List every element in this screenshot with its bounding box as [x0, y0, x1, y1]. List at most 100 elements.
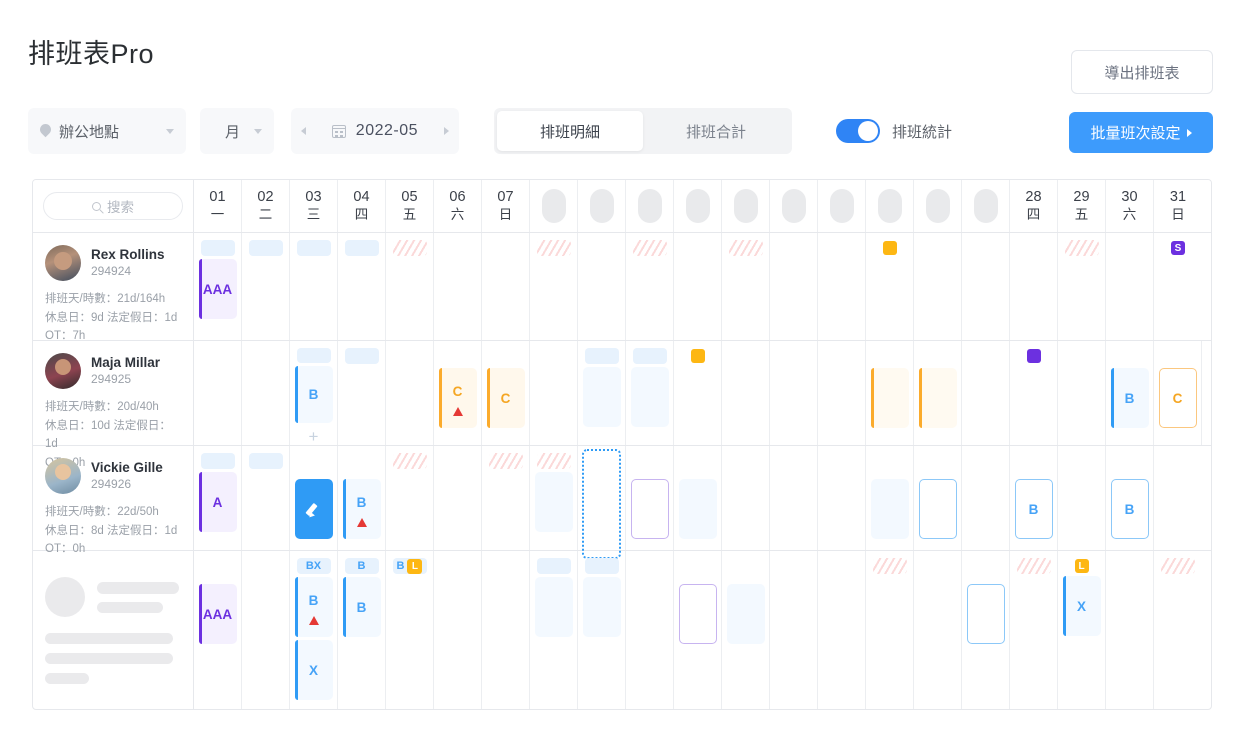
schedule-cell[interactable]: B: [338, 446, 386, 550]
schedule-cell[interactable]: [530, 341, 578, 445]
schedule-cell[interactable]: [962, 341, 1010, 445]
shift-card[interactable]: C: [486, 368, 525, 428]
schedule-cell[interactable]: [578, 233, 626, 340]
shift-badge-l[interactable]: L: [1074, 559, 1089, 573]
location-select[interactable]: 辦公地點: [28, 108, 186, 154]
export-schedule-button[interactable]: 導出排班表: [1071, 50, 1213, 94]
schedule-cell[interactable]: B B: [338, 551, 386, 709]
employee-info-cell[interactable]: Rex Rollins 294924 排班天/時數：21d/164h 休息日：9…: [33, 233, 194, 342]
schedule-cell[interactable]: [626, 233, 674, 340]
schedule-cell[interactable]: [242, 341, 290, 445]
shift-card[interactable]: [870, 479, 909, 539]
employee-info-cell[interactable]: Maja Millar 294925 排班天/時數：20d/40h 休息日：10…: [33, 341, 194, 469]
day-header-07[interactable]: 07 日: [482, 180, 530, 232]
shift-card[interactable]: B: [294, 577, 333, 637]
schedule-cell[interactable]: [242, 233, 290, 340]
schedule-cell[interactable]: [962, 233, 1010, 340]
schedule-cell[interactable]: [866, 551, 914, 709]
shift-card[interactable]: [966, 584, 1005, 644]
schedule-cell[interactable]: [290, 233, 338, 340]
schedule-cell[interactable]: [722, 341, 770, 445]
schedule-cell[interactable]: C: [1154, 341, 1202, 445]
schedule-cell[interactable]: [818, 551, 866, 709]
schedule-cell[interactable]: C: [482, 341, 530, 445]
schedule-cell[interactable]: [770, 446, 818, 550]
schedule-cell[interactable]: [338, 341, 386, 445]
schedule-cell[interactable]: [962, 446, 1010, 550]
shift-card[interactable]: [726, 584, 765, 644]
shift-card[interactable]: C: [1158, 368, 1197, 428]
schedule-cell[interactable]: [1058, 341, 1106, 445]
shift-card[interactable]: X: [294, 640, 333, 700]
schedule-cell[interactable]: [626, 341, 674, 445]
shift-card[interactable]: [870, 368, 909, 428]
day-header-01[interactable]: 01 一: [194, 180, 242, 232]
schedule-cell[interactable]: B: [1010, 446, 1058, 550]
employee-info-cell[interactable]: Vickie Gille 294926 排班天/時數：22d/50h 休息日：8…: [33, 446, 194, 555]
schedule-cell[interactable]: B: [1106, 341, 1154, 445]
schedule-cell[interactable]: [386, 233, 434, 340]
schedule-cell[interactable]: [578, 551, 626, 709]
shift-card[interactable]: B: [342, 577, 381, 637]
schedule-cell[interactable]: [770, 233, 818, 340]
shift-card[interactable]: [582, 577, 621, 637]
schedule-cell[interactable]: [914, 446, 962, 550]
schedule-cell[interactable]: B: [1106, 446, 1154, 550]
day-header-30[interactable]: 30 六: [1106, 180, 1154, 232]
shift-card[interactable]: [630, 479, 669, 539]
schedule-cell[interactable]: [1154, 446, 1202, 550]
schedule-cell[interactable]: [482, 233, 530, 340]
shift-card[interactable]: AAA: [198, 259, 237, 319]
shift-card[interactable]: [918, 479, 957, 539]
schedule-cell[interactable]: C: [434, 341, 482, 445]
cell-marker-chip[interactable]: B: [344, 558, 379, 574]
schedule-cell[interactable]: [914, 341, 962, 445]
schedule-cell[interactable]: [1106, 233, 1154, 340]
day-header-04[interactable]: 04 四: [338, 180, 386, 232]
schedule-cell[interactable]: [242, 551, 290, 709]
schedule-cell[interactable]: [818, 341, 866, 445]
schedule-cell[interactable]: [1202, 341, 1211, 445]
shift-chip-orange[interactable]: [690, 349, 705, 363]
day-header-31[interactable]: 31 日: [1154, 180, 1202, 232]
schedule-cell[interactable]: [722, 233, 770, 340]
shift-card[interactable]: B: [294, 366, 333, 423]
shift-card[interactable]: B: [1014, 479, 1053, 539]
schedule-cell[interactable]: [818, 233, 866, 340]
schedule-cell[interactable]: [530, 233, 578, 340]
schedule-cell[interactable]: AAA: [194, 551, 242, 709]
schedule-cell[interactable]: [434, 446, 482, 550]
schedule-cell[interactable]: [1010, 233, 1058, 340]
schedule-cell[interactable]: BX B X: [290, 551, 338, 709]
schedule-cell[interactable]: S: [1154, 233, 1202, 340]
date-picker[interactable]: 2022-05: [290, 108, 459, 154]
shift-card[interactable]: [918, 368, 957, 428]
schedule-cell[interactable]: [674, 446, 722, 550]
schedule-cell[interactable]: A: [194, 446, 242, 550]
search-input[interactable]: 搜索: [43, 192, 183, 220]
schedule-cell[interactable]: [626, 446, 674, 550]
schedule-cell[interactable]: [1154, 551, 1202, 709]
schedule-cell[interactable]: L X: [1058, 551, 1106, 709]
shift-card[interactable]: [534, 472, 573, 532]
schedule-cell[interactable]: [674, 341, 722, 445]
schedule-cell[interactable]: [1010, 341, 1058, 445]
shift-card[interactable]: B: [342, 479, 381, 539]
schedule-cell[interactable]: [722, 551, 770, 709]
day-header-02[interactable]: 02 二: [242, 180, 290, 232]
schedule-cell[interactable]: [578, 341, 626, 445]
shift-card[interactable]: C: [438, 368, 477, 428]
add-shift-button[interactable]: +: [309, 428, 319, 445]
shift-card[interactable]: B: [1110, 479, 1149, 539]
schedule-cell[interactable]: [674, 551, 722, 709]
schedule-cell[interactable]: B L: [386, 551, 434, 709]
schedule-cell[interactable]: [530, 446, 578, 550]
schedule-cell[interactable]: B +: [290, 341, 338, 445]
day-header-28[interactable]: 28 四: [1010, 180, 1058, 232]
prev-month-icon[interactable]: [300, 127, 306, 135]
period-select[interactable]: 月: [200, 108, 275, 154]
schedule-cell-selected[interactable]: [578, 446, 626, 559]
schedule-cell[interactable]: [770, 341, 818, 445]
shift-card[interactable]: X: [1062, 576, 1101, 636]
schedule-cell[interactable]: [530, 551, 578, 709]
